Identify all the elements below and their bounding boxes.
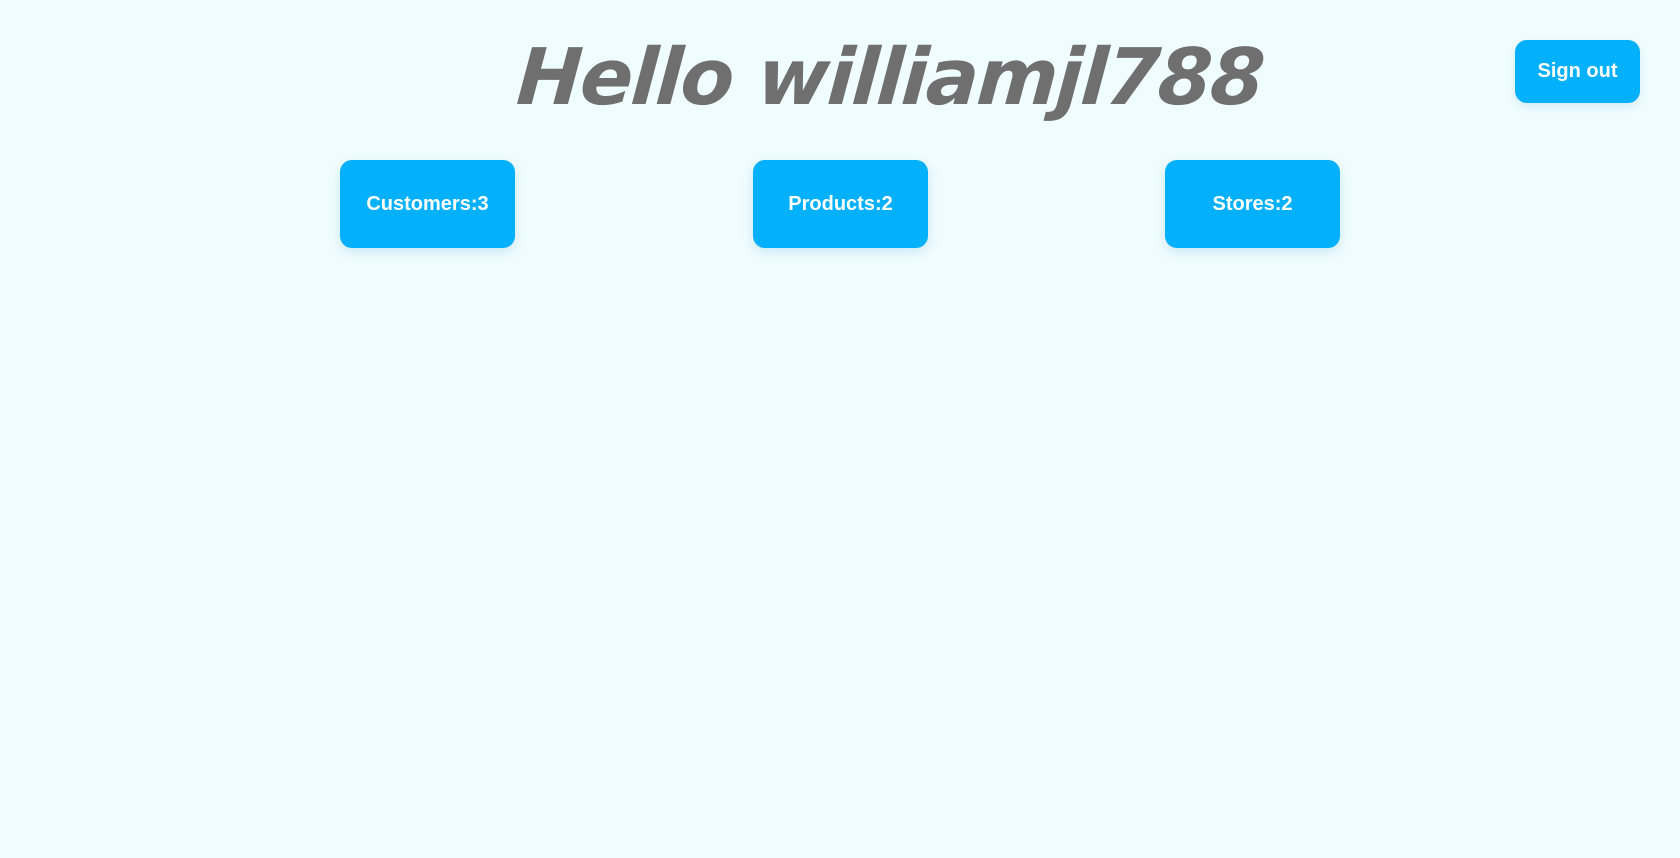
greeting-heading: Hello williamjl788 <box>514 33 1266 123</box>
products-count-label: Products:2 <box>788 192 893 215</box>
stores-count-card[interactable]: Stores:2 <box>1165 160 1340 248</box>
stores-count-label: Stores:2 <box>1212 192 1293 215</box>
customers-count-card[interactable]: Customers:3 <box>340 160 515 248</box>
products-count-card[interactable]: Products:2 <box>753 160 928 248</box>
sign-out-button[interactable]: Sign out <box>1515 40 1640 103</box>
customers-count-label: Customers:3 <box>366 192 489 215</box>
